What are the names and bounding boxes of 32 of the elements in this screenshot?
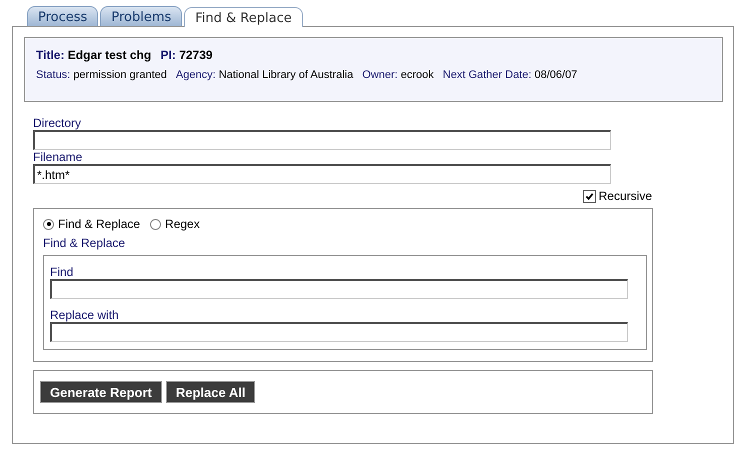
detail-label: Status: bbox=[36, 69, 70, 81]
field-label: Filename bbox=[33, 150, 84, 164]
tab[interactable]: Process bbox=[27, 6, 98, 26]
radio-button[interactable] bbox=[150, 218, 162, 230]
section-title: Find & Replace bbox=[43, 236, 126, 250]
field-label: Replace with bbox=[50, 308, 120, 322]
radio-button[interactable] bbox=[43, 218, 54, 230]
detail-value: National Library of Australia bbox=[218, 69, 354, 81]
tab[interactable]: Find & Replace bbox=[184, 7, 303, 27]
field-label: Directory bbox=[33, 116, 82, 130]
pi-label: PI: bbox=[160, 48, 176, 62]
title-value: Edgar test chg bbox=[68, 48, 152, 62]
detail-value: ecrook bbox=[400, 69, 434, 81]
pi-value: 72739 bbox=[179, 48, 213, 62]
detail-label: Next Gather Date: bbox=[442, 69, 532, 81]
detail-label: Owner: bbox=[362, 69, 398, 81]
checkbox-label: Recursive bbox=[598, 189, 652, 203]
radio-label: Find & Replace bbox=[58, 217, 140, 231]
detail-value: 08/06/07 bbox=[534, 69, 578, 81]
radio-label: Regex bbox=[165, 217, 200, 231]
filename-field[interactable]: *.htm* bbox=[33, 164, 611, 184]
action-button[interactable]: Replace All bbox=[166, 381, 256, 403]
action-button[interactable]: Generate Report bbox=[40, 381, 162, 403]
detail-value: permission granted bbox=[73, 69, 167, 81]
detail-label: Agency: bbox=[176, 69, 216, 81]
field-label: Find bbox=[50, 265, 74, 279]
checkbox[interactable] bbox=[582, 190, 596, 202]
title-label: Title: bbox=[36, 48, 64, 62]
directory-field[interactable] bbox=[33, 130, 611, 150]
tab[interactable]: Problems bbox=[100, 6, 182, 26]
replace-field[interactable] bbox=[50, 322, 628, 342]
find-field[interactable] bbox=[50, 279, 628, 299]
